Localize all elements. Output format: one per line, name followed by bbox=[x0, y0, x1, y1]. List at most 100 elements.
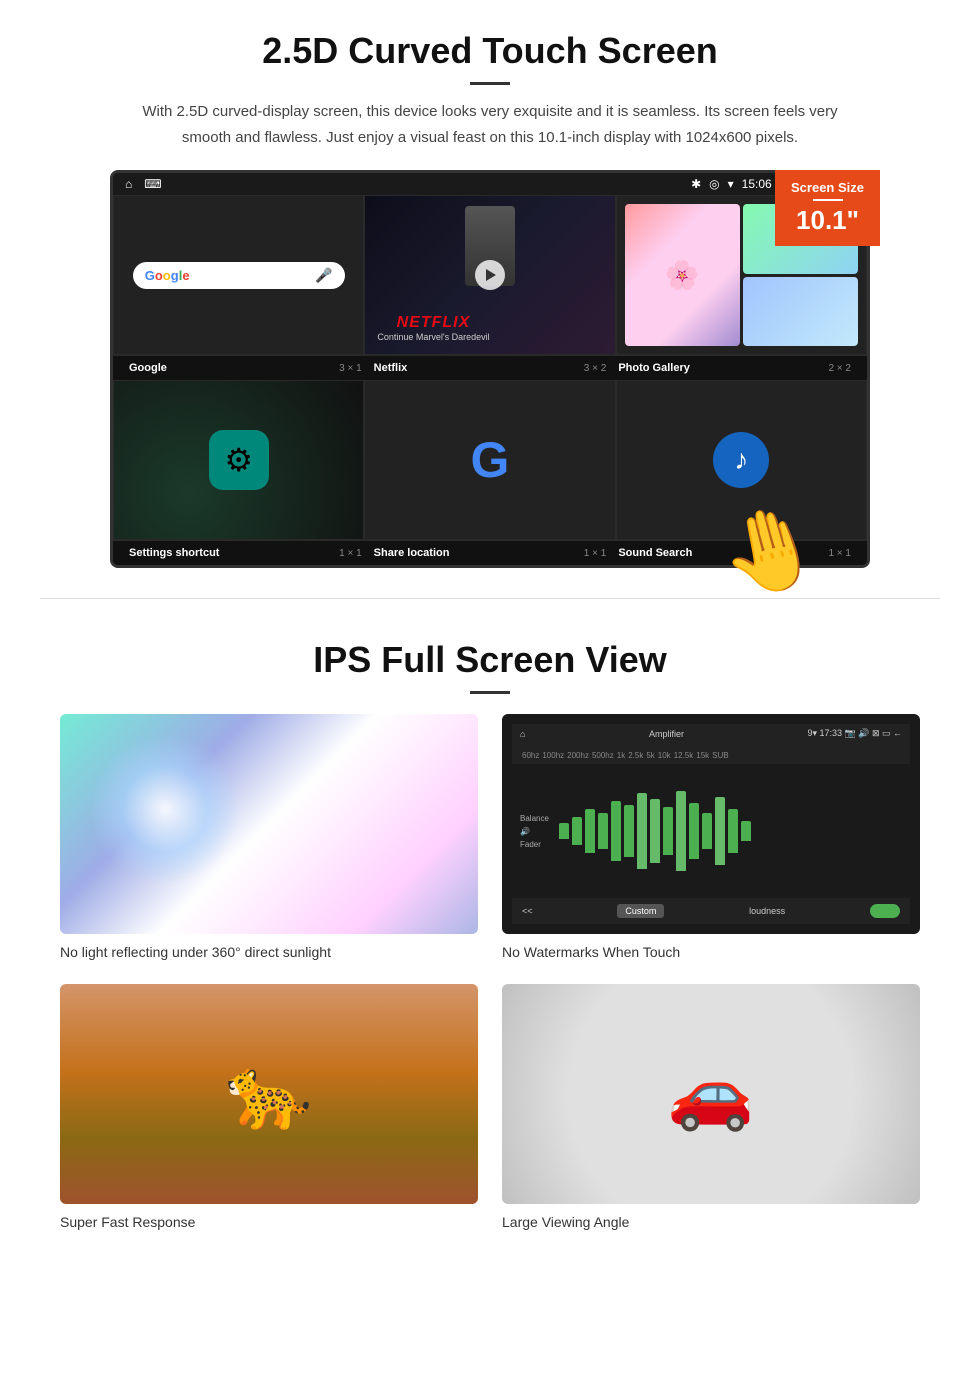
usb-icon: ⌨ bbox=[144, 177, 161, 191]
amp-controls: Balance 🔊 Fader bbox=[512, 764, 910, 898]
settings-size: 1 × 1 bbox=[339, 548, 362, 559]
badge-label: Screen Size bbox=[791, 180, 864, 195]
amp-bar-6 bbox=[637, 793, 647, 869]
netflix-label-text: Netflix bbox=[374, 362, 408, 374]
amp-bar-7 bbox=[650, 799, 660, 863]
play-button[interactable] bbox=[475, 260, 505, 290]
gallery-thumb-3 bbox=[743, 277, 858, 347]
google-logo: Google bbox=[145, 268, 190, 283]
app-label-share: Share location 1 × 1 bbox=[368, 547, 613, 559]
screen-size-badge: Screen Size 10.1" bbox=[775, 170, 880, 246]
g-maps-logo: G bbox=[471, 431, 510, 489]
netflix-size: 3 × 2 bbox=[584, 363, 607, 374]
amp-toggle[interactable] bbox=[870, 904, 900, 918]
amp-bar-12 bbox=[715, 797, 725, 865]
share-size: 1 × 1 bbox=[584, 548, 607, 559]
amp-home-icon: ⌂ bbox=[520, 729, 525, 739]
google-search-bar[interactable]: Google 🎤 bbox=[133, 262, 345, 289]
feature-sunlight: No light reflecting under 360° direct su… bbox=[60, 714, 478, 960]
status-bar-left: ⌂ ⌨ bbox=[125, 177, 162, 191]
google-label: Google bbox=[129, 362, 167, 374]
section-curved: 2.5D Curved Touch Screen With 2.5D curve… bbox=[0, 0, 980, 588]
settings-icon-container: ⚙ bbox=[209, 430, 269, 490]
gallery-label: Photo Gallery bbox=[618, 362, 690, 374]
sunlight-caption: No light reflecting under 360° direct su… bbox=[60, 944, 478, 960]
share-label: Share location bbox=[374, 547, 450, 559]
amp-bar-1 bbox=[572, 817, 582, 845]
feature-grid: No light reflecting under 360° direct su… bbox=[60, 714, 920, 1230]
bluetooth-icon: ✱ bbox=[691, 177, 701, 191]
amp-freq-labels: 60hz100hz200hz500hz1k2.5k5k10k12.5k15kSU… bbox=[512, 743, 910, 764]
amp-bar-0 bbox=[559, 823, 569, 839]
ips-title: IPS Full Screen View bbox=[60, 639, 920, 681]
cheetah-image: 🐆 bbox=[60, 984, 478, 1204]
sound-size: 1 × 1 bbox=[828, 548, 851, 559]
app-cell-google[interactable]: Google 🎤 bbox=[113, 195, 364, 355]
feature-amplifier: ⌂ Amplifier 9▾ 17:33 📷 🔊 ⊠ ▭ ← 60hz100hz… bbox=[502, 714, 920, 960]
amp-bar-2 bbox=[585, 809, 595, 853]
amplifier-ui: ⌂ Amplifier 9▾ 17:33 📷 🔊 ⊠ ▭ ← 60hz100hz… bbox=[512, 724, 910, 924]
amp-bar-4 bbox=[611, 801, 621, 861]
settings-gear-icon: ⚙ bbox=[224, 441, 253, 479]
amp-bar-8 bbox=[663, 807, 673, 855]
netflix-label: NETFLIX Continue Marvel's Daredevil bbox=[377, 314, 489, 342]
sunlight-effect bbox=[90, 734, 240, 884]
ips-title-underline bbox=[470, 691, 510, 694]
amp-prev: << bbox=[522, 906, 533, 916]
amp-status: 9▾ 17:33 📷 🔊 ⊠ ▭ ← bbox=[807, 728, 902, 739]
google-size: 3 × 1 bbox=[339, 363, 362, 374]
sound-label: Sound Search bbox=[618, 547, 692, 559]
app-grid-top: Google 🎤 NETFLIX Continue Marvel's Dared… bbox=[113, 195, 867, 355]
app-label-settings: Settings shortcut 1 × 1 bbox=[123, 547, 368, 559]
netflix-logo: NETFLIX bbox=[377, 314, 489, 332]
app-label-row-top: Google 3 × 1 Netflix 3 × 2 Photo Gallery… bbox=[113, 355, 867, 380]
location-icon: ◎ bbox=[709, 177, 719, 191]
app-label-netflix: Netflix 3 × 2 bbox=[368, 362, 613, 374]
amp-title: Amplifier bbox=[649, 729, 684, 739]
app-cell-settings[interactable]: ⚙ bbox=[113, 380, 364, 540]
amplifier-caption: No Watermarks When Touch bbox=[502, 944, 920, 960]
gallery-size: 2 × 2 bbox=[828, 363, 851, 374]
amp-loudness: loudness bbox=[749, 906, 785, 916]
amp-bar-10 bbox=[689, 803, 699, 859]
home-icon: ⌂ bbox=[125, 177, 132, 191]
wifi-icon: ▾ bbox=[728, 177, 734, 191]
sunlight-image bbox=[60, 714, 478, 934]
badge-size: 10.1" bbox=[791, 205, 864, 236]
amp-bar-14 bbox=[741, 821, 751, 841]
amp-header: ⌂ Amplifier 9▾ 17:33 📷 🔊 ⊠ ▭ ← bbox=[512, 724, 910, 743]
settings-label: Settings shortcut bbox=[129, 547, 219, 559]
car-caption: Large Viewing Angle bbox=[502, 1214, 920, 1230]
amp-custom: Custom bbox=[617, 904, 664, 918]
sound-icon: ♪ bbox=[713, 432, 769, 488]
app-cell-netflix[interactable]: NETFLIX Continue Marvel's Daredevil bbox=[364, 195, 615, 355]
feature-cheetah: 🐆 Super Fast Response bbox=[60, 984, 478, 1230]
gallery-thumb-1 bbox=[625, 204, 740, 346]
car-image: 🚗 bbox=[502, 984, 920, 1204]
page-title: 2.5D Curved Touch Screen bbox=[60, 30, 920, 72]
section-ips: IPS Full Screen View No light reflecting… bbox=[0, 609, 980, 1250]
amp-bar-5 bbox=[624, 805, 634, 857]
section-description: With 2.5D curved-display screen, this de… bbox=[140, 99, 840, 150]
amp-bar-11 bbox=[702, 813, 712, 849]
app-label-google: Google 3 × 1 bbox=[123, 362, 368, 374]
amp-footer: << Custom loudness bbox=[512, 898, 910, 924]
title-underline bbox=[470, 82, 510, 85]
amp-bar-13 bbox=[728, 809, 738, 853]
app-label-gallery: Photo Gallery 2 × 2 bbox=[612, 362, 857, 374]
amp-side-labels: Balance 🔊 Fader bbox=[520, 814, 549, 849]
amp-bars bbox=[559, 791, 902, 871]
cheetah-caption: Super Fast Response bbox=[60, 1214, 478, 1230]
time-display: 15:06 bbox=[742, 177, 772, 191]
badge-line bbox=[813, 199, 843, 201]
amp-bar-9 bbox=[676, 791, 686, 871]
app-cell-share[interactable]: G bbox=[364, 380, 615, 540]
amplifier-image: ⌂ Amplifier 9▾ 17:33 📷 🔊 ⊠ ▭ ← 60hz100hz… bbox=[502, 714, 920, 934]
netflix-subtitle: Continue Marvel's Daredevil bbox=[377, 332, 489, 342]
device-wrapper: Screen Size 10.1" ⌂ ⌨ ✱ ◎ ▾ 15:06 📷 🔊 ⊠ bbox=[110, 170, 870, 568]
feature-car: 🚗 Large Viewing Angle bbox=[502, 984, 920, 1230]
amp-bar-3 bbox=[598, 813, 608, 849]
section-divider bbox=[40, 598, 940, 599]
mic-icon: 🎤 bbox=[315, 267, 332, 284]
status-bar: ⌂ ⌨ ✱ ◎ ▾ 15:06 📷 🔊 ⊠ ▭ bbox=[113, 173, 867, 195]
